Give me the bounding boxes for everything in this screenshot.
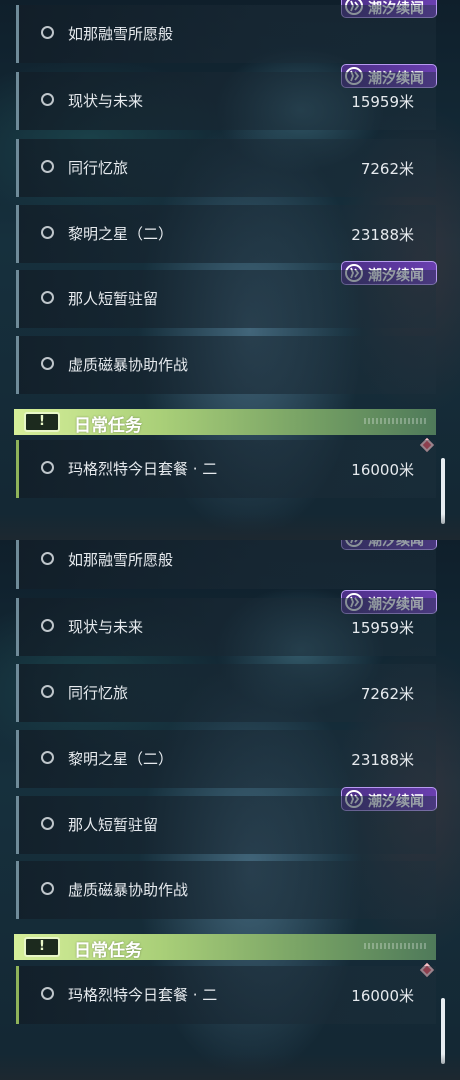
quest-name: 玛格烈特今日套餐 · 二 <box>68 986 218 1004</box>
daily-quest-item[interactable]: 玛格烈特今日套餐 · 二 16000米 <box>16 440 436 498</box>
circle-radio-icon[interactable] <box>41 160 54 173</box>
circle-radio-icon[interactable] <box>41 552 54 565</box>
quest-name: 黎明之星（二） <box>68 225 174 243</box>
circle-radio-icon[interactable] <box>41 987 54 1000</box>
quest-distance: 7262米 <box>360 685 414 703</box>
quest-item[interactable]: 如那融雪所愿般 <box>16 540 436 589</box>
circle-radio-icon[interactable] <box>41 817 54 830</box>
quest-item[interactable]: 黎明之星（二） 23188米 <box>16 730 436 788</box>
scrollbar-thumb[interactable] <box>441 998 445 1064</box>
exclamation-icon: ! <box>24 937 60 957</box>
daily-tasks-header[interactable]: ! 日常任务 <box>14 409 436 436</box>
daily-tasks-title: 日常任务 <box>74 416 142 436</box>
quest-list-panel: 潮汐续闻 如那融雪所愿般 潮汐续闻 现状与未来 15959米 同行忆旅 7262… <box>0 540 460 1080</box>
quest-name: 如那融雪所愿般 <box>68 25 174 43</box>
quest-distance: 23188米 <box>351 751 414 769</box>
quest-distance: 16000米 <box>351 987 414 1005</box>
quest-distance: 15959米 <box>351 93 414 111</box>
quest-name: 虚质磁暴协助作战 <box>68 356 189 374</box>
circle-radio-icon[interactable] <box>41 291 54 304</box>
circle-radio-icon[interactable] <box>41 751 54 764</box>
quest-item[interactable]: 虚质磁暴协助作战 <box>16 336 436 394</box>
quest-item[interactable]: 同行忆旅 7262米 <box>16 664 436 722</box>
quest-name: 同行忆旅 <box>68 684 129 702</box>
quest-distance: 15959米 <box>351 619 414 637</box>
circle-radio-icon[interactable] <box>41 882 54 895</box>
quest-name: 那人短暂驻留 <box>68 816 159 834</box>
circle-radio-icon[interactable] <box>41 357 54 370</box>
exclamation-icon: ! <box>24 412 60 432</box>
circle-radio-icon[interactable] <box>41 461 54 474</box>
quest-name: 如那融雪所愿般 <box>68 551 174 569</box>
quest-item[interactable]: 那人短暂驻留 <box>16 796 436 854</box>
quest-distance: 7262米 <box>360 160 414 178</box>
quest-name: 虚质磁暴协助作战 <box>68 881 189 899</box>
quest-item[interactable]: 现状与未来 15959米 <box>16 598 436 656</box>
header-decoration <box>364 418 426 424</box>
quest-name: 那人短暂驻留 <box>68 290 159 308</box>
circle-radio-icon[interactable] <box>41 226 54 239</box>
quest-name: 同行忆旅 <box>68 159 129 177</box>
scrollbar-thumb[interactable] <box>441 458 445 524</box>
daily-tasks-title: 日常任务 <box>74 941 142 961</box>
quest-name: 黎明之星（二） <box>68 750 174 768</box>
quest-item[interactable]: 黎明之星（二） 23188米 <box>16 205 436 263</box>
circle-radio-icon[interactable] <box>41 619 54 632</box>
quest-item[interactable]: 那人短暂驻留 <box>16 270 436 328</box>
quest-item[interactable]: 虚质磁暴协助作战 <box>16 861 436 919</box>
quest-item[interactable]: 如那融雪所愿般 <box>16 5 436 63</box>
daily-tasks-header[interactable]: ! 日常任务 <box>14 934 436 961</box>
circle-radio-icon[interactable] <box>41 685 54 698</box>
quest-list-panel: 潮汐续闻 如那融雪所愿般 潮汐续闻 现状与未来 15959米 同行忆旅 7262… <box>0 0 460 540</box>
header-decoration <box>364 943 426 949</box>
quest-distance: 23188米 <box>351 226 414 244</box>
daily-quest-item[interactable]: 玛格烈特今日套餐 · 二 16000米 <box>16 966 436 1024</box>
quest-name: 现状与未来 <box>68 618 144 636</box>
quest-name: 玛格烈特今日套餐 · 二 <box>68 460 218 478</box>
circle-radio-icon[interactable] <box>41 93 54 106</box>
quest-distance: 16000米 <box>351 461 414 479</box>
circle-radio-icon[interactable] <box>41 26 54 39</box>
quest-item[interactable]: 同行忆旅 7262米 <box>16 139 436 197</box>
quest-name: 现状与未来 <box>68 92 144 110</box>
quest-item[interactable]: 现状与未来 15959米 <box>16 72 436 130</box>
